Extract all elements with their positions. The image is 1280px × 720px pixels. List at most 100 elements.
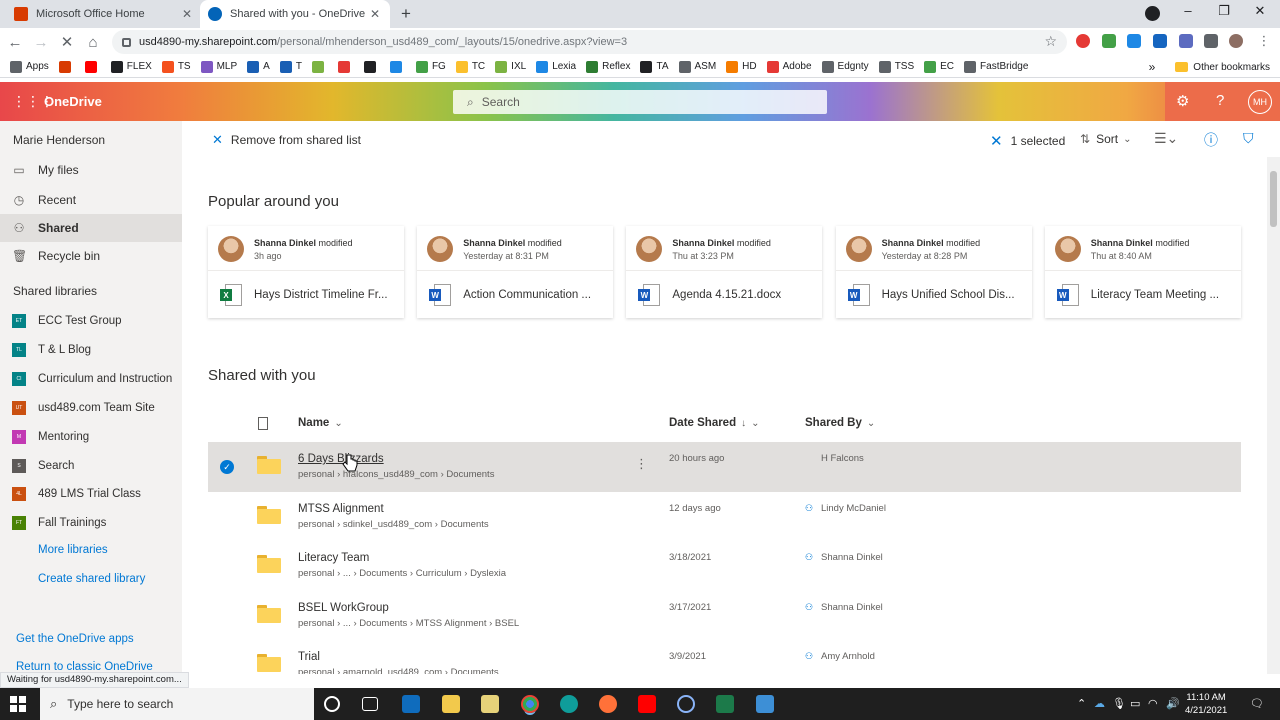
sidebar-library-item[interactable]: ET ECC Test Group <box>12 310 122 332</box>
table-row[interactable]: MTSS Alignment personal › sdinkel_usd489_… <box>208 492 1241 542</box>
sidebar-item-shared[interactable]: ⚇ Shared <box>0 214 182 242</box>
bookmark-item[interactable]: Lexia <box>536 60 576 73</box>
sidebar-library-item[interactable]: 4L 489 LMS Trial Class <box>12 483 141 505</box>
more-actions-icon[interactable]: ⋮ <box>635 456 648 472</box>
column-header-name[interactable]: Name ⌄ <box>298 417 343 429</box>
remove-from-shared-button[interactable]: ✕ Remove from shared list <box>212 132 361 148</box>
tab-onedrive[interactable]: Shared with you - OneDrive ✕ <box>200 0 390 28</box>
outlook-icon[interactable] <box>402 695 420 713</box>
sidebar-item-recent[interactable]: ◷ Recent <box>0 186 182 214</box>
column-header-shared-by[interactable]: Shared By ⌄ <box>805 417 875 429</box>
close-icon[interactable]: ✕ <box>180 7 194 21</box>
tab-office-home[interactable]: Microsoft Office Home ✕ <box>6 0 202 28</box>
card-file-name[interactable]: Agenda 4.15.21.docx <box>672 289 781 301</box>
sidebar-library-item[interactable]: FT Fall Trainings <box>12 512 106 534</box>
profile-icon[interactable] <box>1145 6 1160 21</box>
sidebar-library-item[interactable]: M Mentoring <box>12 426 89 448</box>
bookmark-item[interactable]: TA <box>640 60 669 73</box>
bookmark-item[interactable] <box>84 60 101 73</box>
bookmark-item[interactable]: FLEX <box>110 60 152 73</box>
screen-recorder-icon[interactable] <box>677 695 695 713</box>
bookmark-item[interactable]: Reflex <box>586 60 630 73</box>
volume-icon[interactable]: 🔊 <box>1166 697 1180 710</box>
onedrive-cloud-icon[interactable]: ☁ <box>1094 697 1105 710</box>
bookmark-item[interactable] <box>58 60 75 73</box>
sidebar-library-item[interactable]: CI Curriculum and Instruction <box>12 368 172 390</box>
sidebar-item-recycle-bin[interactable]: 🗑 Recycle bin <box>0 242 182 270</box>
bookmark-item[interactable]: TSS <box>878 60 914 73</box>
checkmark-icon[interactable]: ✓ <box>220 460 234 474</box>
edge-icon[interactable] <box>560 695 578 713</box>
bookmark-item[interactable]: A <box>247 60 270 73</box>
file-explorer-icon[interactable] <box>442 695 460 713</box>
bookmark-item[interactable] <box>363 60 380 73</box>
chrome-icon[interactable] <box>521 695 539 713</box>
row-name[interactable]: BSEL WorkGroup <box>298 602 389 614</box>
scrollbar[interactable] <box>1267 157 1280 674</box>
bookmark-item[interactable]: FG <box>415 60 446 73</box>
column-header-date[interactable]: Date Shared ↓ ⌄ <box>669 417 760 429</box>
bookmark-item[interactable]: IXL <box>495 60 526 73</box>
bookmark-item[interactable]: Apps <box>10 60 49 73</box>
notifications-icon[interactable]: 🗨 <box>1250 697 1264 710</box>
publisher-icon[interactable] <box>716 695 734 713</box>
sidebar-library-item[interactable]: UT usd489.com Team Site <box>12 397 155 419</box>
sort-button[interactable]: ⇅ Sort ⌄ <box>1080 132 1131 146</box>
view-options-icon[interactable]: ☰⌄ <box>1154 130 1178 147</box>
extension-icon[interactable] <box>1102 34 1116 48</box>
filter-icon[interactable]: ⛉ <box>1243 130 1254 147</box>
system-clock[interactable]: 11:10 AM 4/21/2021 <box>1185 691 1227 717</box>
bookmark-item[interactable]: HD <box>726 60 757 73</box>
profile-avatar-icon[interactable] <box>1229 34 1243 48</box>
popular-file-card[interactable]: Shanna Dinkel modified Thu at 3:23 PM W Age… <box>626 226 823 318</box>
get-apps-link[interactable]: Get the OneDrive apps <box>16 633 134 645</box>
row-name[interactable]: 6 Days Blizzards <box>298 453 384 465</box>
minimize-icon[interactable]: – <box>1178 3 1198 18</box>
menu-icon[interactable]: ⋮ <box>1257 34 1271 48</box>
row-name[interactable]: MTSS Alignment <box>298 503 384 515</box>
card-file-name[interactable]: Literacy Team Meeting ... <box>1091 289 1219 301</box>
bookmarks-overflow-icon[interactable]: » <box>1149 60 1156 74</box>
bookmark-item[interactable]: TS <box>161 60 191 73</box>
extension-icon[interactable] <box>1127 34 1141 48</box>
clear-selection-button[interactable]: ✕ 1 selected <box>990 132 1065 150</box>
popular-file-card[interactable]: Shanna Dinkel modified 3h ago X Hays Distri… <box>208 226 404 318</box>
bookmark-item[interactable]: Adobe <box>766 60 812 73</box>
scrollbar-thumb[interactable] <box>1270 171 1277 227</box>
bookmark-star-icon[interactable]: ☆ <box>1044 33 1057 50</box>
more-libraries-link[interactable]: More libraries <box>38 544 108 556</box>
cortana-icon[interactable] <box>324 696 340 712</box>
avatar[interactable]: MH <box>1248 90 1272 114</box>
app-name[interactable]: OneDrive <box>44 94 102 109</box>
extensions-puzzle-icon[interactable] <box>1204 34 1218 48</box>
card-file-name[interactable]: Action Communication ... <box>463 289 591 301</box>
extension-icon[interactable] <box>1153 34 1167 48</box>
other-bookmarks[interactable]: » Other bookmarks <box>1149 60 1270 74</box>
bookmark-item[interactable]: EC <box>924 60 954 73</box>
back-icon[interactable]: ← <box>4 34 26 51</box>
bookmark-item[interactable]: TC <box>455 60 485 73</box>
sidebar-item-my-files[interactable]: ▭ My files <box>0 156 182 184</box>
info-icon[interactable]: ⓘ <box>1204 130 1218 150</box>
home-icon[interactable]: ⌂ <box>82 34 104 51</box>
table-row[interactable]: Literacy Team personal › ... › Documents … <box>208 541 1241 591</box>
bookmark-item[interactable]: ASM <box>678 60 716 73</box>
bookmark-item[interactable]: MLP <box>200 60 237 73</box>
popular-file-card[interactable]: Shanna Dinkel modified Yesterday at 8:28 … <box>835 226 1032 318</box>
app-icon[interactable] <box>481 695 499 713</box>
stop-icon[interactable]: ✕ <box>56 33 78 51</box>
bookmark-item[interactable] <box>389 60 406 73</box>
network-icon[interactable]: ▭ <box>1130 697 1140 710</box>
microphone-icon[interactable]: 🎙 <box>1112 697 1126 710</box>
youtube-icon[interactable] <box>638 695 656 713</box>
row-name[interactable]: Literacy Team <box>298 552 369 564</box>
row-name[interactable]: Trial <box>298 651 320 663</box>
sidebar-library-item[interactable]: TL T & L Blog <box>12 339 91 361</box>
bookmark-item[interactable]: T <box>279 60 302 73</box>
close-icon[interactable]: ✕ <box>368 7 382 21</box>
app-launcher-icon[interactable]: ⋮⋮⋮ <box>12 94 54 108</box>
bookmark-item[interactable] <box>311 60 328 73</box>
show-hidden-icons[interactable]: ⌃ <box>1077 697 1086 710</box>
bookmark-item[interactable]: FastBridge <box>964 60 1028 73</box>
extension-icon[interactable] <box>1179 34 1193 48</box>
